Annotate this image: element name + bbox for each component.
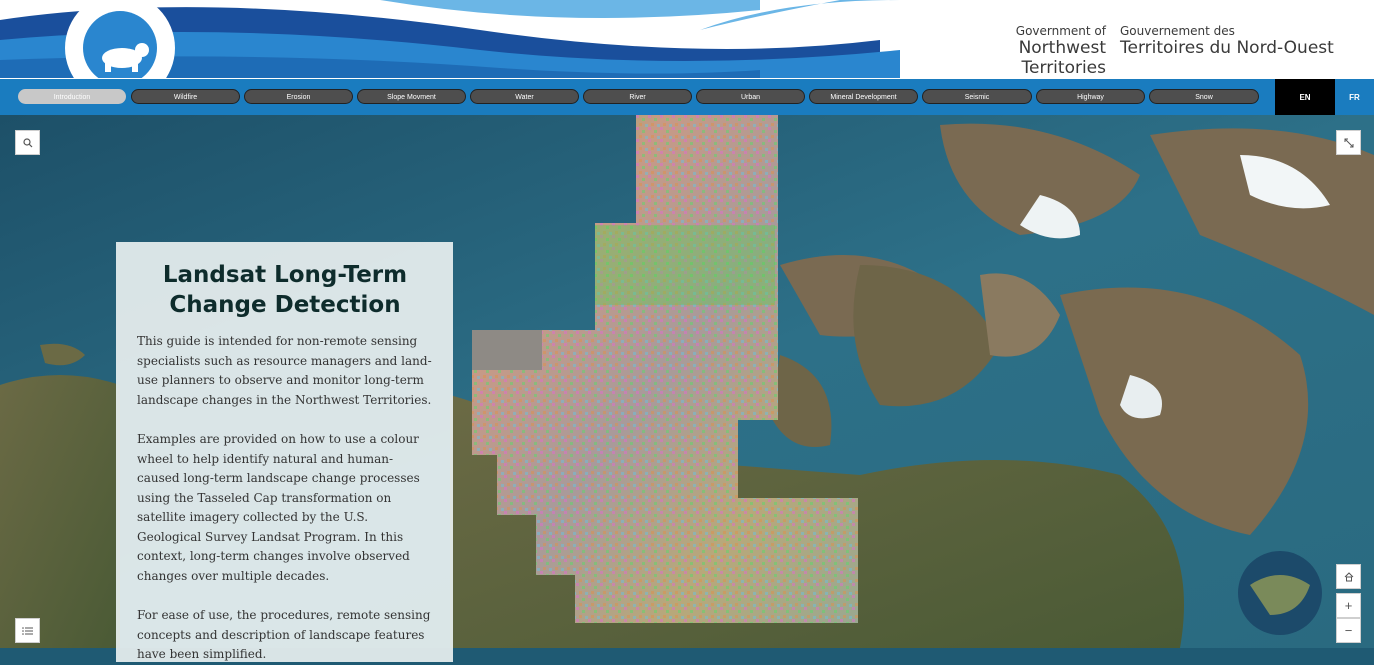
panel-paragraph-3: For ease of use, the procedures, remote … — [137, 608, 431, 661]
intro-panel: Landsat Long-Term Change Detection This … — [116, 242, 453, 662]
tab-water[interactable]: Water — [470, 89, 579, 104]
site-header: Government of Northwest Territories Gouv… — [0, 0, 1374, 78]
gov-fr-small: Gouvernement des — [1120, 24, 1235, 38]
search-button[interactable] — [15, 130, 40, 155]
panel-title: Landsat Long-Term Change Detection — [162, 262, 408, 318]
panel-paragraph-1: This guide is intended for non-remote se… — [137, 334, 432, 407]
legend-button[interactable] — [15, 618, 40, 643]
overview-globe[interactable] — [1238, 551, 1322, 635]
logo[interactable] — [65, 0, 175, 78]
expand-button[interactable] — [1336, 130, 1361, 155]
gov-fr-wordmark: Gouvernement des Territoires du Nord-Oue… — [1120, 24, 1334, 58]
list-icon — [22, 626, 33, 635]
zoom-out-button[interactable]: − — [1336, 618, 1361, 643]
gov-en-wordmark: Government of Northwest Territories — [934, 24, 1106, 78]
tab-wildfire[interactable]: Wildfire — [131, 89, 240, 104]
panel-paragraph-2: Examples are provided on how to use a co… — [137, 432, 420, 583]
gov-fr-big: Territoires du Nord-Ouest — [1120, 38, 1334, 58]
tab-slope-movment[interactable]: Slope Movment — [357, 89, 466, 104]
home-icon — [1344, 571, 1353, 581]
expand-icon — [1344, 138, 1353, 147]
tab-urban[interactable]: Urban — [696, 89, 805, 104]
tab-seismic[interactable]: Seismic — [922, 89, 1032, 104]
tab-snow[interactable]: Snow — [1149, 89, 1259, 104]
gov-en-big: Northwest Territories — [1018, 38, 1106, 78]
search-icon — [22, 137, 32, 147]
lang-fr-button[interactable]: FR — [1335, 79, 1374, 116]
tab-erosion[interactable]: Erosion — [244, 89, 353, 104]
home-button[interactable] — [1336, 564, 1361, 589]
tab-highway[interactable]: Highway — [1036, 89, 1145, 104]
zoom-in-button[interactable]: + — [1336, 593, 1361, 618]
main-nav: Introduction Wildfire Erosion Slope Movm… — [0, 78, 1374, 116]
lang-en-button[interactable]: EN — [1275, 79, 1335, 116]
tab-mineral-development[interactable]: Mineral Development — [809, 89, 918, 104]
tab-river[interactable]: River — [583, 89, 692, 104]
tab-introduction[interactable]: Introduction — [18, 89, 126, 104]
gov-en-small: Government of — [1015, 24, 1106, 38]
